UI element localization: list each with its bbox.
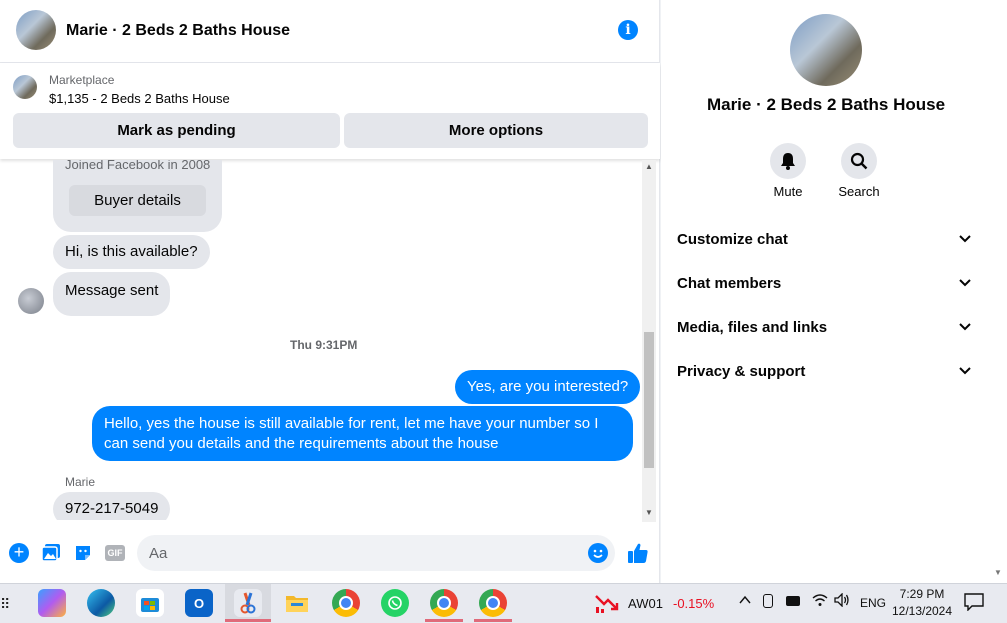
- outlook-icon[interactable]: O: [185, 589, 213, 617]
- profile-title: Marie · 2 Beds 2 Baths House: [706, 95, 946, 114]
- chevron-down-icon: [959, 274, 971, 292]
- sender-name: Marie: [65, 475, 96, 489]
- notifications-icon[interactable]: [964, 593, 984, 616]
- file-explorer-icon[interactable]: [283, 589, 311, 617]
- search-label: Search: [838, 184, 880, 199]
- chat-title[interactable]: Marie · 2 Beds 2 Baths House: [66, 22, 290, 40]
- outgoing-message[interactable]: Hello, yes the house is still available …: [92, 406, 633, 461]
- whatsapp-icon[interactable]: [381, 589, 409, 617]
- store-icon[interactable]: [136, 589, 164, 617]
- task-view-icon[interactable]: ⠿: [0, 596, 10, 613]
- sticker-icon[interactable]: [74, 544, 92, 562]
- chat-header: Marie · 2 Beds 2 Baths House i: [0, 0, 660, 63]
- menu-chat-members[interactable]: Chat members: [677, 270, 977, 298]
- show-hidden-icons-icon[interactable]: [738, 593, 752, 612]
- mute-button[interactable]: [770, 143, 806, 179]
- snipping-tool-icon[interactable]: [234, 589, 262, 617]
- stock-chart-icon[interactable]: [595, 592, 619, 619]
- clock-date[interactable]: 12/13/2024: [888, 604, 956, 618]
- add-icon[interactable]: +: [9, 543, 29, 563]
- composer-bar: + GIF Aa: [0, 530, 660, 580]
- edge-icon[interactable]: [87, 589, 115, 617]
- emoji-icon[interactable]: [588, 543, 608, 563]
- mark-pending-button[interactable]: Mark as pending: [13, 113, 340, 148]
- chevron-down-icon: [959, 318, 971, 336]
- search-button[interactable]: [841, 143, 877, 179]
- menu-label: Privacy & support: [677, 363, 806, 380]
- outgoing-message[interactable]: Yes, are you interested?: [455, 370, 641, 404]
- clock-time[interactable]: 7:29 PM: [890, 587, 954, 601]
- joined-text: Joined Facebook in 2008: [65, 160, 211, 172]
- message-scrollbar[interactable]: ▲ ▼: [642, 160, 656, 522]
- scroll-up-arrow[interactable]: ▲: [645, 162, 653, 171]
- windows-taskbar: ⠿ O AW01 -0.15% ENG 7:29 PM 12/13/2024: [0, 583, 1007, 623]
- stock-ticker[interactable]: AW01: [628, 596, 663, 611]
- scroll-down-arrow[interactable]: ▼: [645, 508, 653, 517]
- sender-avatar: [18, 288, 44, 314]
- copilot-icon[interactable]: [38, 589, 66, 617]
- page-scroll-down-arrow[interactable]: ▼: [994, 568, 1002, 577]
- message-timestamp: Thu 9:31PM: [290, 338, 358, 352]
- buyer-details-button[interactable]: Buyer details: [69, 185, 206, 216]
- menu-media-files-links[interactable]: Media, files and links: [677, 314, 977, 342]
- photo-icon[interactable]: [41, 544, 61, 562]
- more-options-button[interactable]: More options: [344, 113, 648, 148]
- chrome-profile-highlight: [425, 619, 463, 622]
- info-icon[interactable]: i: [618, 20, 638, 40]
- message-list: Joined Facebook in 2008 Buyer details Hi…: [0, 160, 645, 520]
- chrome-profile-user-icon[interactable]: [479, 589, 507, 617]
- incoming-message[interactable]: 972-217-5049: [53, 492, 171, 520]
- incoming-message[interactable]: Hi, is this available?: [53, 235, 210, 269]
- language-indicator[interactable]: ENG: [860, 596, 886, 610]
- gif-icon[interactable]: GIF: [105, 545, 125, 561]
- chrome-profile-highlight: [474, 619, 512, 622]
- contact-avatar[interactable]: [16, 10, 56, 50]
- chrome-profile-c-icon[interactable]: [430, 589, 458, 617]
- listing-summary[interactable]: $1,135 - 2 Beds 2 Baths House: [49, 91, 230, 106]
- menu-label: Media, files and links: [677, 319, 828, 336]
- chevron-down-icon: [959, 230, 971, 248]
- like-icon[interactable]: [627, 542, 649, 564]
- menu-customize-chat[interactable]: Customize chat: [677, 226, 977, 254]
- conversation-info-pane: Marie · 2 Beds 2 Baths House Mute Search…: [661, 0, 1007, 583]
- listing-source: Marketplace: [49, 73, 115, 87]
- mute-label: Mute: [773, 184, 803, 199]
- wifi-icon[interactable]: [812, 593, 828, 612]
- listing-thumbnail[interactable]: [13, 75, 37, 99]
- device-icon[interactable]: [763, 594, 773, 608]
- bell-icon: [781, 153, 795, 170]
- menu-label: Chat members: [677, 275, 782, 292]
- profile-avatar[interactable]: [790, 14, 862, 86]
- incoming-message[interactable]: Message sent: [53, 272, 171, 316]
- menu-privacy-support[interactable]: Privacy & support: [677, 358, 977, 386]
- battery-icon[interactable]: [786, 596, 800, 606]
- menu-label: Customize chat: [677, 231, 788, 248]
- message-input[interactable]: Aa: [137, 535, 615, 571]
- chevron-down-icon: [959, 362, 971, 380]
- volume-icon[interactable]: [834, 592, 850, 612]
- chrome-icon[interactable]: [332, 589, 360, 617]
- scroll-thumb[interactable]: [644, 332, 654, 468]
- message-input-placeholder: Aa: [149, 545, 168, 562]
- search-icon: [850, 152, 868, 170]
- buyer-card: Joined Facebook in 2008 Buyer details: [53, 160, 222, 232]
- stock-change[interactable]: -0.15%: [673, 596, 714, 611]
- chat-pane: Marie · 2 Beds 2 Baths House i Marketpla…: [0, 0, 660, 583]
- marketplace-listing-bar: Marketplace $1,135 - 2 Beds 2 Baths Hous…: [0, 63, 660, 159]
